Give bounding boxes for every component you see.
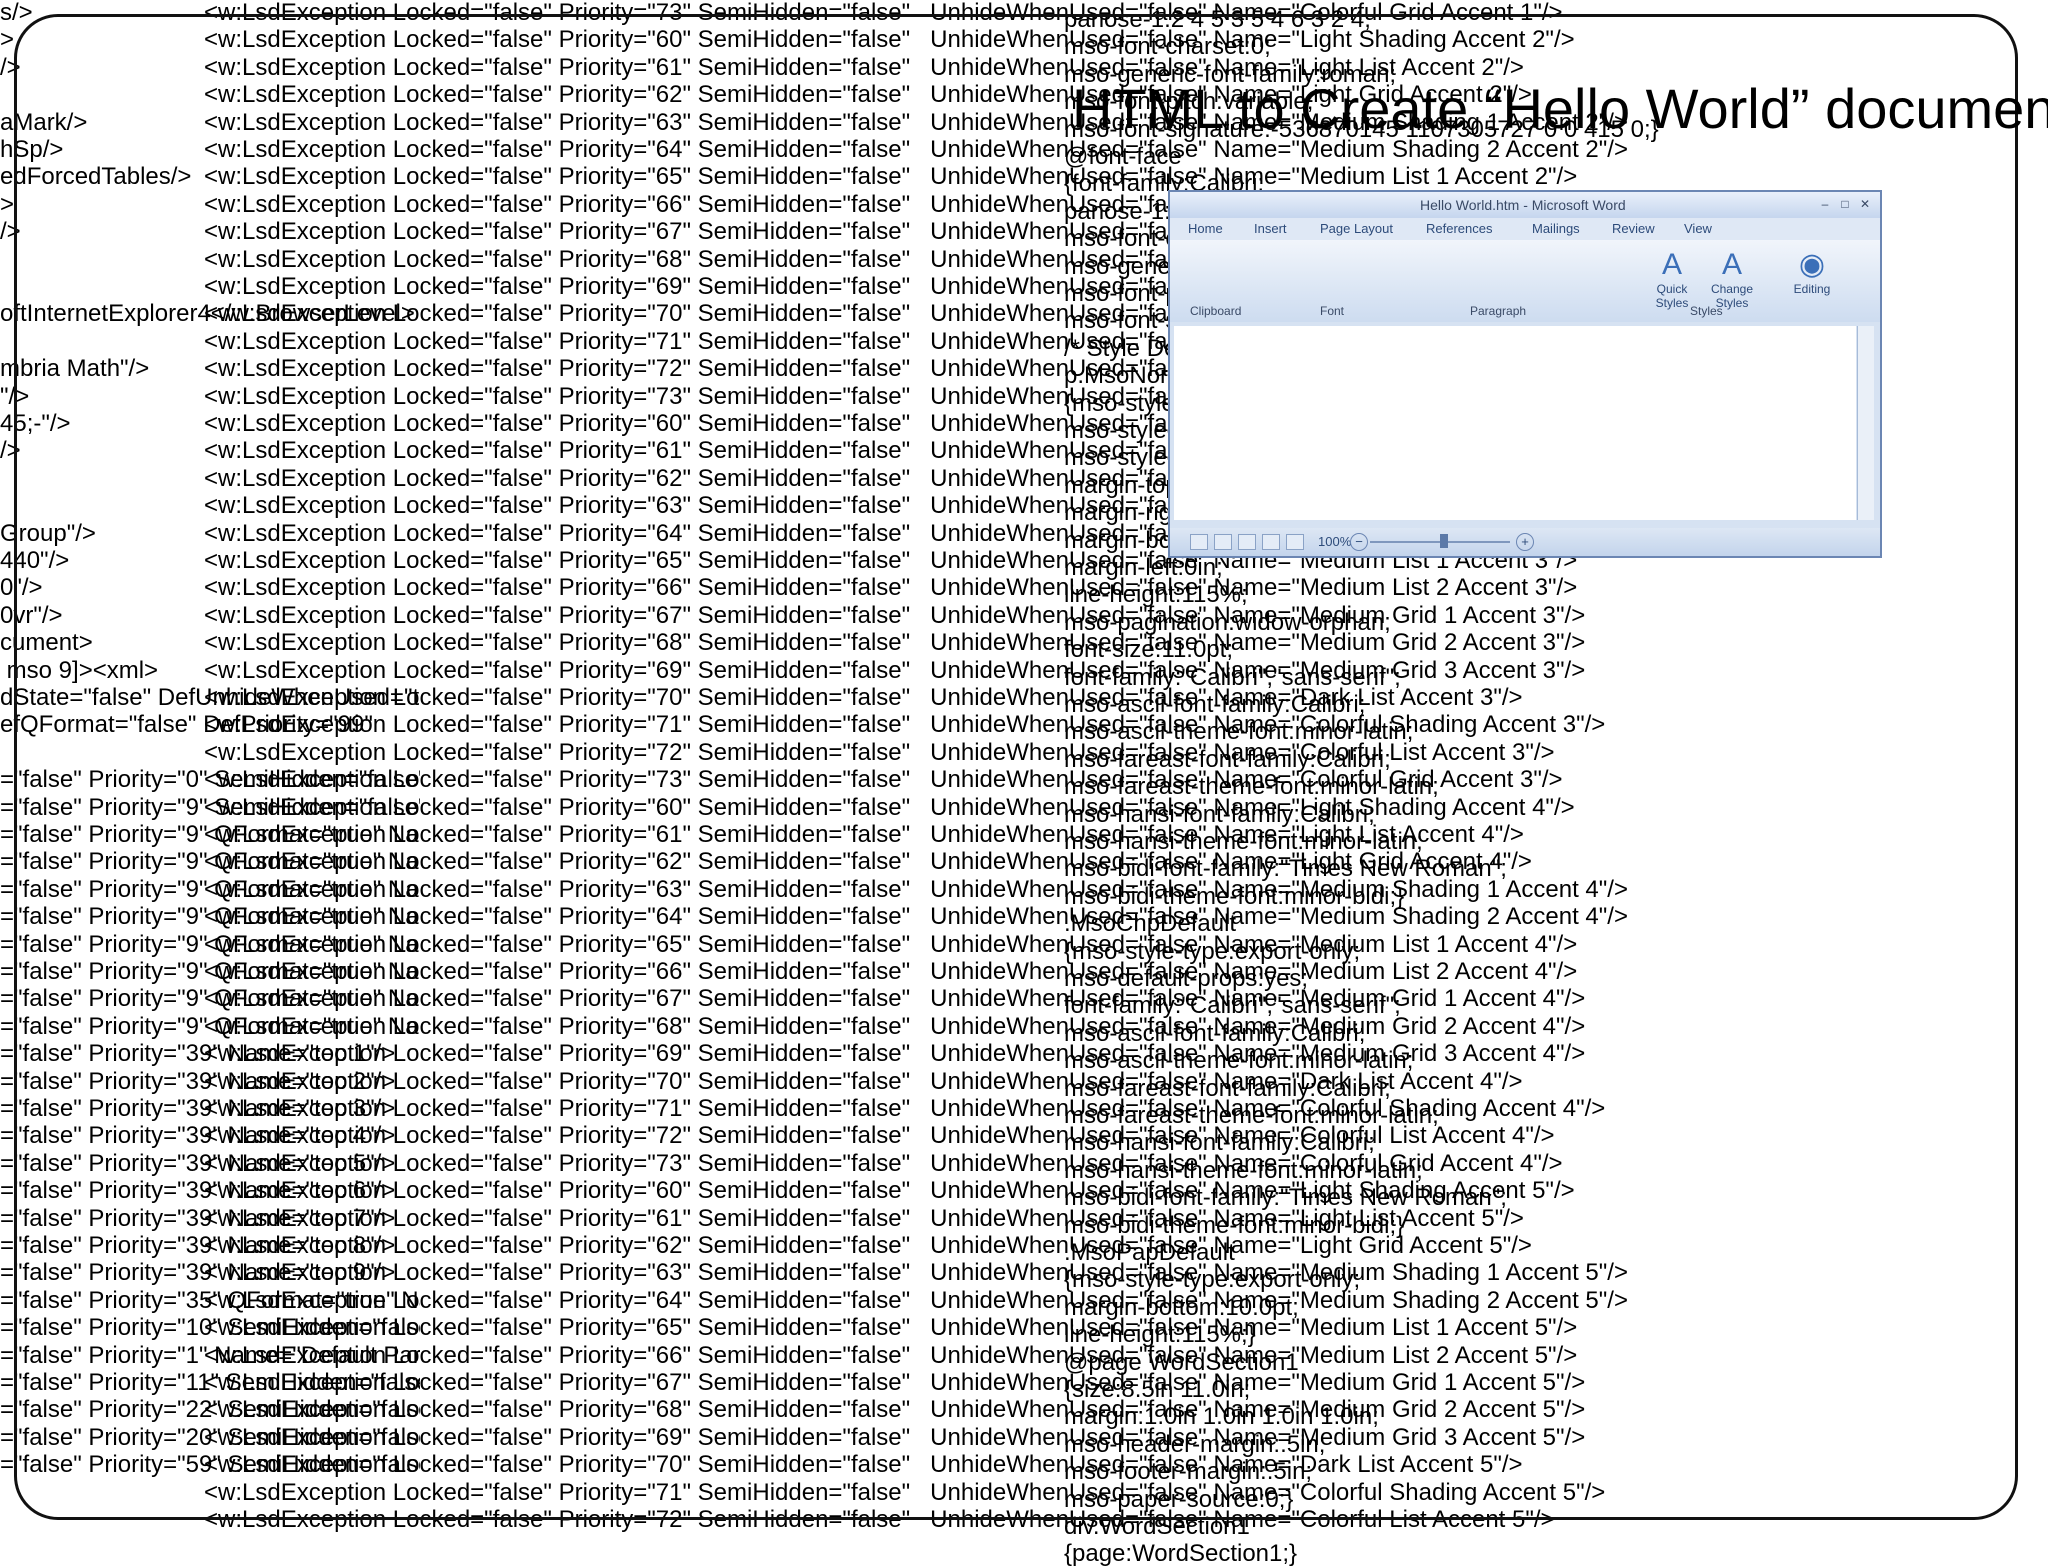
tab-mailings[interactable]: Mailings (1532, 218, 1580, 240)
status-bar: 100% − + (1170, 528, 1880, 556)
group-font: Font (1320, 304, 1345, 318)
view-draft-icon[interactable] (1286, 534, 1304, 550)
vertical-scrollbar[interactable] (1857, 326, 1874, 520)
group-paragraph: Paragraph (1470, 304, 1527, 318)
word-window-title: Hello World.htm - Microsoft Word (1420, 197, 1626, 213)
view-print-layout-icon[interactable] (1190, 534, 1208, 550)
tab-page-layout[interactable]: Page Layout (1320, 218, 1393, 240)
tab-review[interactable]: Review (1612, 218, 1655, 240)
tab-home[interactable]: Home (1188, 218, 1223, 240)
ribbon-tabs: Home Insert Page Layout References Maili… (1170, 218, 1880, 240)
code-line: {page:WordSection1;} (1064, 1540, 1298, 1567)
document-area[interactable] (1174, 326, 1856, 520)
maximize-icon[interactable]: □ (1836, 196, 1854, 212)
word-window: Hello World.htm - Microsoft Word – □ ✕ H… (1168, 190, 1882, 558)
tab-view[interactable]: View (1684, 218, 1712, 240)
binoculars-icon: ◉ (1798, 248, 1826, 281)
tab-insert[interactable]: Insert (1254, 218, 1287, 240)
view-full-screen-icon[interactable] (1214, 534, 1232, 550)
tab-references[interactable]: References (1426, 218, 1492, 240)
close-icon[interactable]: ✕ (1856, 196, 1874, 212)
word-titlebar: Hello World.htm - Microsoft Word – □ ✕ (1170, 192, 1880, 218)
view-web-layout-icon[interactable] (1238, 534, 1256, 550)
change-styles-button[interactable]: A Change Styles (1706, 248, 1758, 310)
zoom-out-icon[interactable]: − (1350, 533, 1368, 551)
minimize-icon[interactable]: – (1816, 196, 1834, 212)
slide-title: HTML to Create “Hello World” document (1072, 77, 2048, 140)
group-clipboard: Clipboard (1190, 304, 1242, 318)
quick-styles-icon: A (1661, 248, 1682, 281)
zoom-slider-handle[interactable] (1440, 534, 1448, 548)
zoom-in-icon[interactable]: + (1516, 533, 1534, 551)
ribbon: Clipboard Font Paragraph Styles A Quick … (1170, 240, 1880, 322)
zoom-level[interactable]: 100% (1318, 528, 1351, 556)
editing-button[interactable]: ◉ Editing (1786, 248, 1838, 296)
change-styles-icon: A (1721, 248, 1742, 281)
view-outline-icon[interactable] (1262, 534, 1280, 550)
quick-styles-button[interactable]: A Quick Styles (1646, 248, 1698, 310)
